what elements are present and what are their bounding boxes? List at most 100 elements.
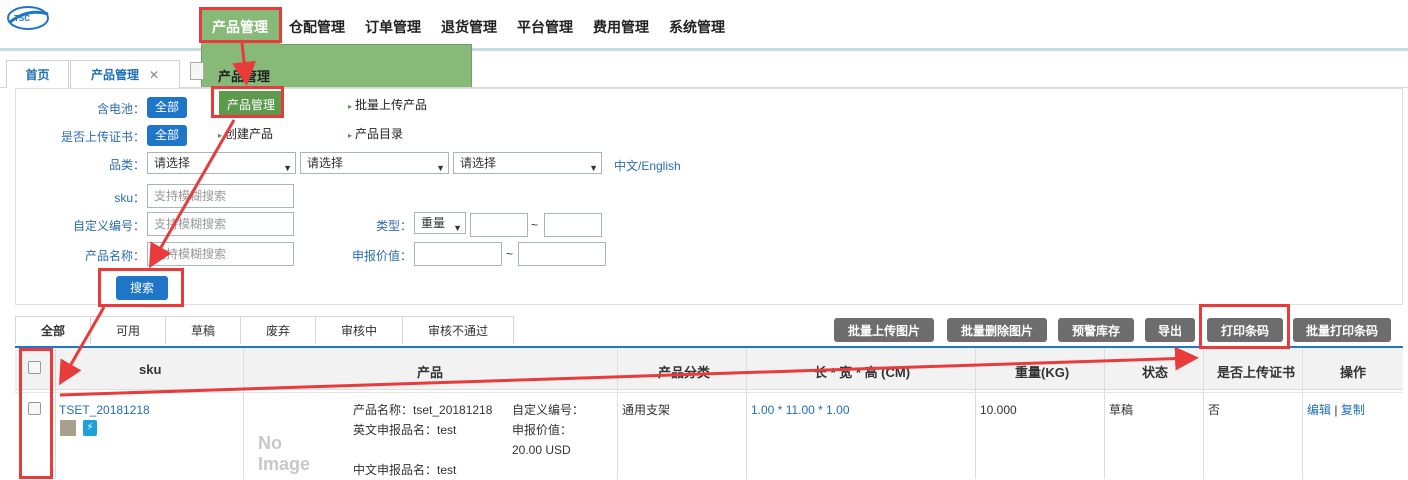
nav-warehouse-management[interactable]: 仓配管理	[289, 17, 345, 37]
menu-item-catalog[interactable]: ▸ 产品目录	[348, 125, 403, 142]
page-tab-bar	[0, 57, 1408, 88]
row-weight: 10.000	[980, 403, 1017, 417]
declared-min-input[interactable]	[414, 242, 502, 266]
category-select-2[interactable]: 请选择 ▼	[300, 152, 449, 174]
row-en-declared-name: 英文申报品名：test	[353, 423, 457, 437]
copy-link[interactable]: 复制	[1341, 403, 1365, 417]
row-status: 草稿	[1109, 403, 1134, 417]
stock-alert-button[interactable]: 预警库存	[1058, 318, 1134, 342]
status-tab-draft[interactable]: 草稿	[165, 316, 241, 344]
tab-home[interactable]: 首页	[6, 60, 69, 88]
col-divider	[1302, 348, 1303, 479]
type-select-value: 重量	[421, 216, 446, 230]
status-tab-discarded[interactable]: 废弃	[240, 316, 316, 344]
type-label: 类型：	[375, 219, 412, 233]
menu-item-create-product[interactable]: ▸ 创建产品	[218, 125, 273, 142]
col-divider	[1104, 348, 1105, 479]
tab-home-label: 首页	[25, 68, 50, 82]
company-logo: TSC	[7, 6, 49, 30]
row-divider	[15, 392, 1403, 393]
row-sku-link[interactable]: TSET_20181218	[59, 400, 150, 420]
chevron-down-icon: ▼	[453, 223, 462, 233]
col-divider	[55, 348, 56, 479]
bullet-icon: ▸	[348, 102, 353, 111]
bulk-print-barcode-button[interactable]: 批量打印条码	[1293, 318, 1391, 342]
type-min-input[interactable]	[470, 213, 528, 237]
annotation-box-search	[98, 268, 184, 307]
status-tab-available[interactable]: 可用	[90, 316, 166, 344]
range-tilde: ~	[506, 247, 514, 261]
header-dimensions: 长 * 宽 * 高 (CM)	[814, 365, 911, 380]
row-product-name: 产品名称：tset_20181218	[353, 403, 493, 417]
col-divider	[617, 348, 618, 479]
declared-value-label: 申报价值：	[351, 249, 412, 263]
nav-platform-management[interactable]: 平台管理	[517, 17, 573, 37]
menu-item-bulk-upload-label: 批量上传产品	[355, 98, 428, 112]
nav-system-management[interactable]: 系统管理	[669, 17, 725, 37]
row-cert: 否	[1208, 403, 1221, 417]
status-tab-reviewing[interactable]: 审核中	[315, 316, 403, 344]
cert-label: 是否上传证书：	[60, 130, 145, 144]
bulk-delete-images-button[interactable]: 批量删除图片	[947, 318, 1047, 342]
cert-all-button[interactable]: 全部	[147, 125, 187, 146]
header-status: 状态	[1142, 365, 1169, 380]
battery-all-button[interactable]: 全部	[147, 97, 187, 118]
no-image-placeholder: No Image	[258, 420, 338, 475]
row-cn-declared-name: 中文申报品名：test	[353, 463, 457, 477]
tab-product-label: 产品管理	[90, 68, 139, 82]
range-tilde: ~	[531, 218, 539, 232]
product-name-input[interactable]: 支持模糊搜索	[147, 242, 294, 266]
category-select-3[interactable]: 请选择 ▼	[453, 152, 602, 174]
chevron-down-icon: ▼	[436, 163, 445, 173]
product-thumbnail-icon	[60, 420, 76, 436]
annotation-box-checkboxes	[19, 348, 53, 479]
chevron-down-icon: ▼	[589, 163, 598, 173]
header-cert-uploaded: 是否上传证书	[1217, 365, 1296, 380]
status-tab-rejected[interactable]: 审核不通过	[402, 316, 514, 344]
row-dimensions: 1.00 * 11.00 * 1.00	[751, 403, 850, 417]
annotation-box-print-barcode	[1199, 304, 1290, 349]
close-icon[interactable]: ✕	[149, 68, 159, 82]
menu-item-create-product-label: 创建产品	[225, 127, 274, 141]
sku-label: sku：	[114, 191, 145, 205]
declared-max-input[interactable]	[518, 242, 606, 266]
sku-input[interactable]: 支持模糊搜索	[147, 184, 294, 208]
type-max-input[interactable]	[544, 213, 602, 237]
header-sku: sku	[139, 362, 162, 377]
annotation-box-nav	[199, 7, 282, 43]
svg-text:TSC: TSC	[14, 14, 30, 23]
row-actions: 编辑 | 复制	[1307, 400, 1365, 420]
edit-link[interactable]: 编辑	[1307, 403, 1331, 417]
header-actions: 操作	[1340, 365, 1367, 380]
type-select[interactable]: 重量 ▼	[414, 212, 466, 234]
tab-product-management[interactable]: 产品管理 ✕	[70, 60, 180, 88]
row-declared-value-label: 申报价值：	[512, 423, 573, 437]
row-custom-number: 自定义编号：	[512, 403, 585, 417]
menu-item-bulk-upload[interactable]: ▸ 批量上传产品	[348, 96, 427, 113]
nav-order-management[interactable]: 订单管理	[365, 17, 421, 37]
row-category: 通用支架	[622, 403, 671, 417]
menu-header: 产品管理	[218, 69, 271, 84]
language-toggle-link[interactable]: 中文/English	[614, 157, 681, 174]
nav-return-management[interactable]: 退货管理	[441, 17, 497, 37]
status-tab-all[interactable]: 全部	[15, 316, 91, 344]
annotation-box-menu-item	[211, 86, 284, 118]
battery-label: 含电池：	[96, 102, 145, 116]
export-button[interactable]: 导出	[1145, 318, 1195, 342]
action-separator: |	[1334, 403, 1338, 417]
menu-item-catalog-label: 产品目录	[355, 127, 404, 141]
header-weight: 重量(KG)	[1015, 365, 1070, 380]
nav-fee-management[interactable]: 费用管理	[593, 17, 649, 37]
category-select-1-value: 请选择	[154, 156, 191, 170]
tab-dropdown-icon[interactable]	[190, 62, 204, 80]
product-name-label: 产品名称：	[84, 249, 145, 263]
bulk-upload-images-button[interactable]: 批量上传图片	[834, 318, 934, 342]
header-product: 产品	[417, 365, 444, 380]
bullet-icon: ▸	[218, 131, 223, 140]
category-select-2-value: 请选择	[307, 156, 344, 170]
custom-number-label: 自定义编号：	[72, 219, 145, 233]
col-divider	[975, 348, 976, 479]
category-select-1[interactable]: 请选择 ▼	[147, 152, 296, 174]
custom-number-input[interactable]: 支持模糊搜索	[147, 212, 294, 236]
no-image-text: No Image	[258, 433, 311, 474]
